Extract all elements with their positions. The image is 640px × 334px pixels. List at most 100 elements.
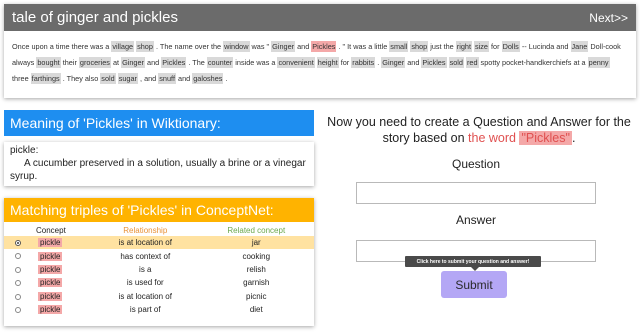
- story-word: Pickles: [161, 56, 187, 68]
- story-text-fragment: spotty pocket-handkerchiefs at a: [478, 57, 588, 67]
- story-title: tale of ginger and pickles: [12, 9, 178, 26]
- story-text-fragment: . " It was a little: [336, 42, 390, 51]
- related-concept-cell: garnish: [243, 278, 270, 288]
- story-text-fragment: and: [295, 42, 312, 51]
- story-text-fragment: . They also: [60, 73, 101, 83]
- concept-cell: pickle: [32, 263, 92, 276]
- row-radio-button[interactable]: [15, 293, 21, 300]
- concept-word: pickle: [38, 291, 63, 301]
- question-input[interactable]: [356, 182, 596, 204]
- story-word: shop: [136, 41, 154, 52]
- conceptnet-row[interactable]: pickle is used for garnish: [4, 276, 314, 289]
- conceptnet-row[interactable]: pickle is at location of jar: [4, 236, 314, 250]
- story-word: Dolls: [501, 41, 520, 52]
- story-word: sold: [448, 56, 464, 68]
- conceptnet-row[interactable]: pickle is a relish: [4, 263, 314, 276]
- story-word: Jane: [570, 41, 589, 52]
- story-word: bought: [36, 56, 61, 68]
- relationship-cell: is at location of: [92, 236, 199, 250]
- next-link[interactable]: Next>>: [589, 11, 628, 25]
- wiktionary-term: pickle:: [10, 145, 39, 156]
- story-word: rabbits: [351, 56, 376, 68]
- related-concept-cell: relish: [246, 264, 266, 274]
- task-prompt: Now you need to create a Question and An…: [322, 114, 636, 146]
- row-radio-button[interactable]: [15, 307, 21, 314]
- conceptnet-panel: Matching triples of 'Pickles' in Concept…: [4, 198, 314, 326]
- prompt-target-word: "Pickles": [519, 131, 572, 145]
- conceptnet-table: Concept Relationship Related concept pic…: [4, 222, 314, 316]
- story-text-fragment: . The name over the: [153, 42, 224, 51]
- row-radio-button[interactable]: [15, 280, 21, 287]
- story-word: convenient: [277, 56, 315, 68]
- story-text-fragment: was ": [249, 42, 272, 51]
- story-word: sugar: [117, 72, 138, 84]
- story-word: sold: [100, 72, 116, 84]
- story-text-fragment: just the: [428, 42, 456, 51]
- radio-cell: [4, 290, 32, 303]
- story-text-fragment: for: [489, 42, 502, 51]
- related-concept-cell: jar: [198, 236, 314, 250]
- concept-word: pickle: [38, 305, 63, 315]
- row-radio-button[interactable]: [15, 240, 21, 247]
- related-concept-cell: cooking: [242, 251, 271, 261]
- relationship-cell: has context of: [120, 251, 171, 261]
- relationship-cell: is used for: [126, 278, 164, 288]
- story-word: penny: [587, 56, 610, 68]
- related-concept-cell: picnic: [246, 291, 267, 301]
- story-word: shop: [410, 41, 429, 52]
- story-text-fragment: for: [338, 57, 352, 67]
- story-word: Ginger: [271, 41, 296, 52]
- radio-cell: [4, 263, 32, 276]
- prompt-line-2: story based on: [382, 131, 469, 145]
- story-word: height: [316, 56, 339, 68]
- story-word: groceries: [78, 56, 111, 68]
- story-word: small: [389, 41, 409, 52]
- story-text-fragment: Once upon a time there was a: [12, 42, 112, 51]
- story-text-fragment: and: [405, 57, 422, 67]
- conceptnet-row[interactable]: pickle has context of cooking: [4, 249, 314, 262]
- story-word: counter: [206, 56, 234, 68]
- conceptnet-row[interactable]: pickle is part of diet: [4, 303, 314, 316]
- story-text-fragment: -- Lucinda and: [519, 42, 571, 51]
- story-word: red: [465, 56, 479, 68]
- story-word: Ginger: [381, 56, 406, 68]
- row-radio-button[interactable]: [15, 253, 21, 260]
- story-header: tale of ginger and pickles Next>>: [4, 4, 636, 31]
- radio-cell: [4, 303, 32, 316]
- concept-word: pickle: [38, 238, 63, 248]
- radio-cell: [4, 276, 32, 289]
- story-text-fragment: , and: [137, 73, 159, 83]
- relationship-cell: is part of: [129, 305, 161, 315]
- answer-label: Answer: [455, 213, 496, 227]
- story-text-fragment: and: [144, 57, 162, 67]
- conceptnet-row[interactable]: pickle is at location of picnic: [4, 290, 314, 303]
- story-word: right: [455, 41, 472, 52]
- story-word: window: [223, 41, 250, 52]
- story-word: Ginger: [121, 56, 145, 68]
- story-word: Pickles: [421, 56, 447, 68]
- story-text-fragment: inside was a: [233, 57, 278, 67]
- concept-cell: pickle: [32, 276, 92, 289]
- submit-button[interactable]: Submit: [441, 271, 507, 298]
- wiktionary-definition-box: pickle: A cucumber preserved in a soluti…: [4, 142, 314, 186]
- submit-tooltip: Click here to submit your question and a…: [405, 256, 541, 271]
- relationship-cell: is at location of: [118, 291, 172, 301]
- story-text-fragment: .: [223, 73, 228, 83]
- story-word: size: [474, 41, 489, 52]
- row-radio-button[interactable]: [15, 266, 21, 273]
- prompt-period: .: [571, 131, 576, 145]
- concept-word: pickle: [38, 251, 63, 261]
- column-header-relationship: Relationship: [123, 225, 168, 235]
- concept-word: pickle: [38, 264, 63, 274]
- story-text-fragment: at: [110, 57, 122, 67]
- column-header-concept: Concept: [36, 225, 66, 235]
- question-label: Question: [451, 157, 501, 171]
- story-text-fragment: and: [175, 73, 193, 83]
- story-text-fragment: three: [12, 73, 31, 83]
- concept-cell: pickle: [32, 236, 92, 250]
- story-word: galoshes: [192, 72, 224, 84]
- related-concept-cell: diet: [249, 305, 263, 315]
- prompt-word-label: the word: [468, 131, 516, 145]
- concept-cell: pickle: [32, 249, 92, 262]
- wiktionary-definition: A cucumber preserved in a solution, usua…: [10, 158, 306, 182]
